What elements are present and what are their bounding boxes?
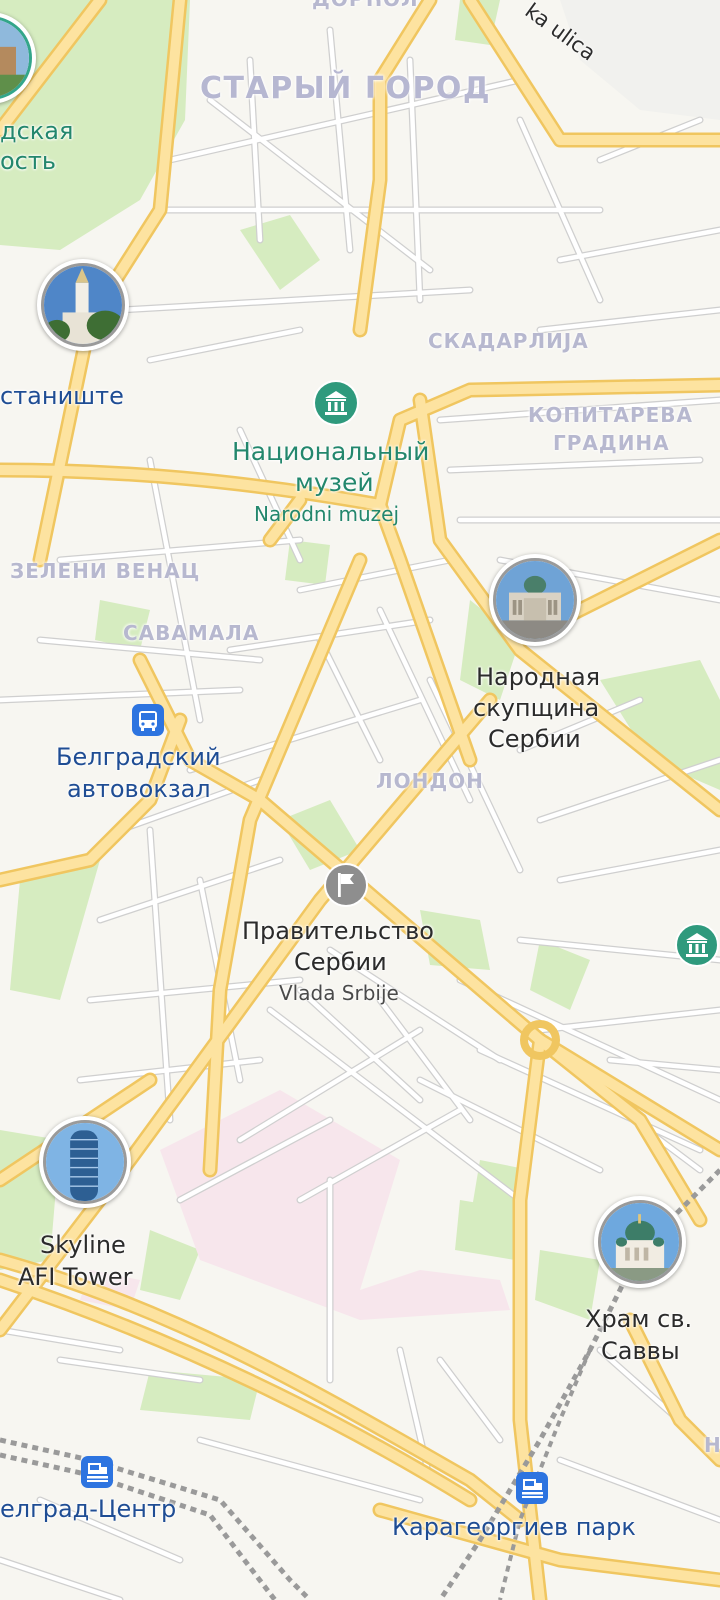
train-icon[interactable] [516,1472,548,1504]
skyline-label-line1[interactable]: Skyline [40,1230,126,1260]
bus-station-label-line1[interactable]: Белградский [56,742,221,772]
tower-photo-icon[interactable] [39,1116,131,1208]
museum-icon[interactable] [674,922,720,968]
parliament-label-line2[interactable]: скупщина [473,693,599,723]
national-museum-sublabel[interactable]: Narodni muzej [254,502,399,526]
parliament-label-line1[interactable]: Народная [476,662,600,692]
temple-photo-icon[interactable] [594,1196,686,1288]
district-label-london: ЛОНДОН [376,769,484,793]
district-label-kopitareva-line1: КОПИТАРЕВА [528,403,693,427]
fortress-label-line2[interactable]: ость [0,146,56,176]
sava-label-line2[interactable]: Саввы [601,1336,680,1366]
district-label-zeleni-venac: ЗЕЛЕНИ ВЕНАЦ [10,559,201,583]
government-label-line2[interactable]: Сербии [294,947,387,977]
map-canvas[interactable]: ДОРЋОЛ СТАРЫЙ ГОРОД СКАДАРЛИЈА КОПИТАРЕВ… [0,0,720,1600]
karadjordjev-park-label[interactable]: Карагеоргиев парк [392,1512,636,1542]
church-photo-icon[interactable] [37,259,129,351]
national-museum-label-line1[interactable]: Национальный [232,436,429,467]
museum-icon[interactable] [313,380,359,426]
parliament-photo-icon[interactable] [489,554,581,646]
beograd-centar-label[interactable]: елград-Центр [0,1494,176,1524]
bus-station-label-line2[interactable]: автовокзал [67,774,211,804]
bus-icon[interactable] [132,704,164,736]
district-label-skadarlija: СКАДАРЛИЈА [428,329,589,353]
sava-label-line1[interactable]: Храм св. [585,1304,692,1334]
parliament-label-line3[interactable]: Сербии [488,724,581,754]
saborna-label[interactable]: станиште [0,381,124,411]
national-museum-label-line2[interactable]: музей [295,467,374,498]
district-label-dorcol: ДОРЋОЛ [312,0,419,11]
government-sublabel[interactable]: Vlada Srbije [279,981,399,1005]
flag-icon[interactable] [323,862,369,908]
fortress-label-line1[interactable]: дская [0,116,73,146]
park-13 [455,1200,520,1260]
district-label-partial: Н [704,1433,720,1457]
district-label-stari-grad: СТАРЫЙ ГОРОД [200,71,492,106]
district-label-kopitareva-line2: ГРАДИНА [553,431,670,455]
government-label-line1[interactable]: Правительство [242,916,434,946]
skyline-label-line2[interactable]: AFI Tower [18,1262,132,1292]
train-icon[interactable] [81,1456,113,1488]
district-label-savamala: САВАМАЛА [123,621,260,645]
